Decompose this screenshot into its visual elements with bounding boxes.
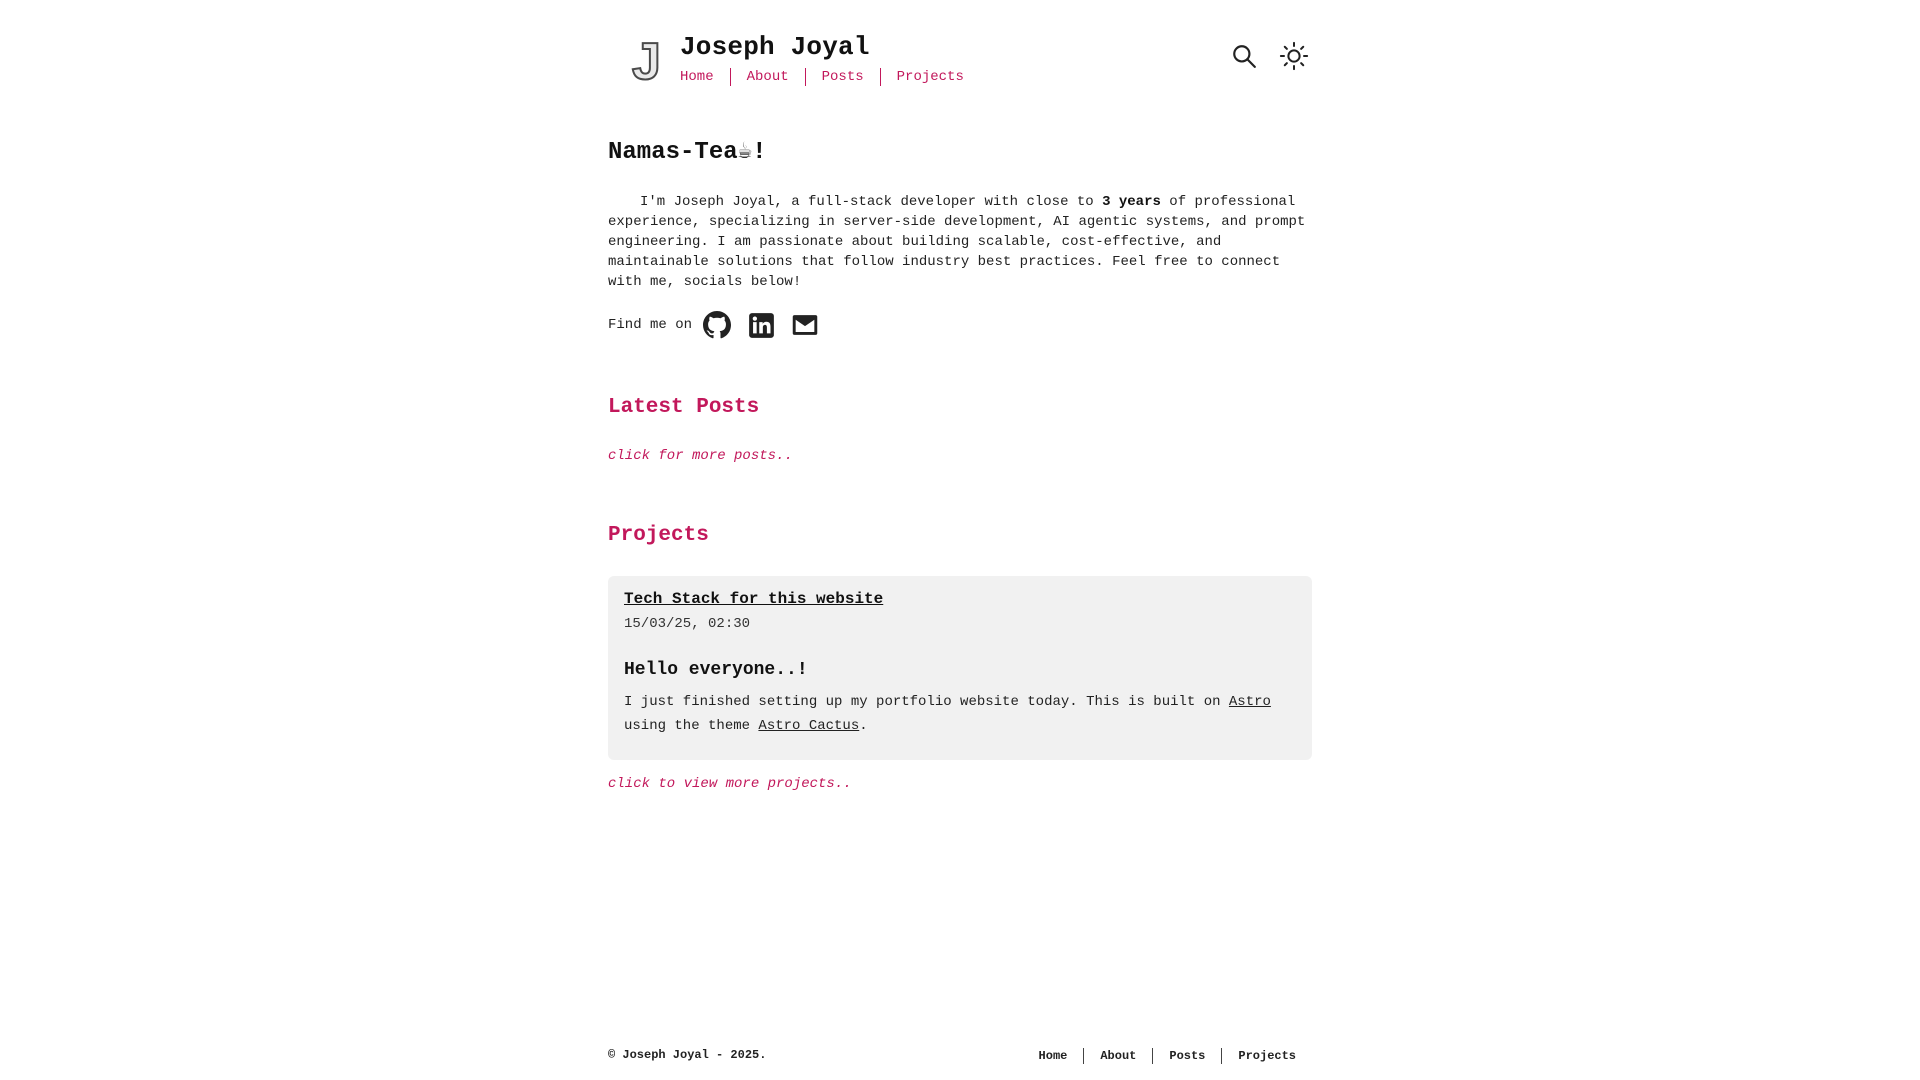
social-links: Find me on — [608, 310, 1312, 340]
project-heading: Hello everyone..! — [624, 660, 808, 680]
project-card: Tech Stack for this website 15/03/25, 02… — [608, 576, 1312, 760]
nav-projects[interactable]: Projects — [879, 68, 980, 86]
intro-text: I'm Joseph Joyal, a full-stack developer… — [608, 192, 1312, 292]
mail-icon — [792, 315, 818, 335]
search-icon — [1233, 45, 1256, 68]
footer-nav-posts[interactable]: Posts — [1152, 1048, 1221, 1064]
site-title[interactable]: Joseph Joyal — [680, 32, 870, 62]
more-projects-link[interactable]: click to view more projects.. — [608, 776, 1312, 792]
intro-title: Namas-Tea☕! — [608, 139, 767, 166]
project-body-start: I just finished setting up my portfolio … — [624, 694, 1229, 710]
search-button[interactable] — [1228, 40, 1260, 72]
theme-toggle-button[interactable] — [1278, 40, 1310, 72]
intro-experience: 3 years — [1102, 194, 1161, 210]
project-body: I just finished setting up my portfolio … — [624, 690, 1296, 738]
astro-cactus-link[interactable]: Astro Cactus — [758, 718, 859, 734]
linkedin-link[interactable] — [746, 310, 776, 340]
footer-nav-home[interactable]: Home — [1023, 1048, 1084, 1064]
project-title-link[interactable]: Tech Stack for this website — [624, 590, 883, 608]
copyright: © Joseph Joyal - 2025. — [608, 1048, 767, 1062]
nav-about[interactable]: About — [729, 68, 805, 86]
email-link[interactable] — [790, 310, 820, 340]
sun-icon — [1279, 41, 1309, 71]
github-link[interactable] — [702, 310, 732, 340]
site-header: J Joseph Joyal Home About Posts Projects — [608, 30, 1312, 90]
footer-nav-about[interactable]: About — [1083, 1048, 1152, 1064]
footer-nav-projects[interactable]: Projects — [1221, 1048, 1296, 1064]
project-date: 15/03/25, 02:30 — [624, 616, 751, 632]
main-nav: Home About Posts Projects — [680, 68, 980, 86]
site-footer: © Joseph Joyal - 2025. Home About Posts … — [608, 1046, 1312, 1066]
find-me-label: Find me on — [608, 317, 693, 333]
astro-link[interactable]: Astro — [1229, 694, 1271, 710]
projects-title: Projects — [608, 524, 709, 547]
project-body-end: . — [859, 718, 868, 734]
nav-home[interactable]: Home — [680, 68, 730, 86]
intro-text-start: I'm Joseph Joyal, a full-stack developer… — [640, 194, 1103, 210]
more-posts-link[interactable]: click for more posts.. — [608, 448, 1312, 464]
footer-nav: Home About Posts Projects — [1023, 1048, 1296, 1064]
linkedin-icon — [748, 312, 774, 338]
github-icon — [703, 311, 732, 339]
logo[interactable]: J — [631, 35, 662, 89]
latest-posts-title: Latest Posts — [608, 396, 760, 419]
nav-posts[interactable]: Posts — [804, 68, 880, 86]
project-body-middle: using the theme — [624, 718, 759, 734]
